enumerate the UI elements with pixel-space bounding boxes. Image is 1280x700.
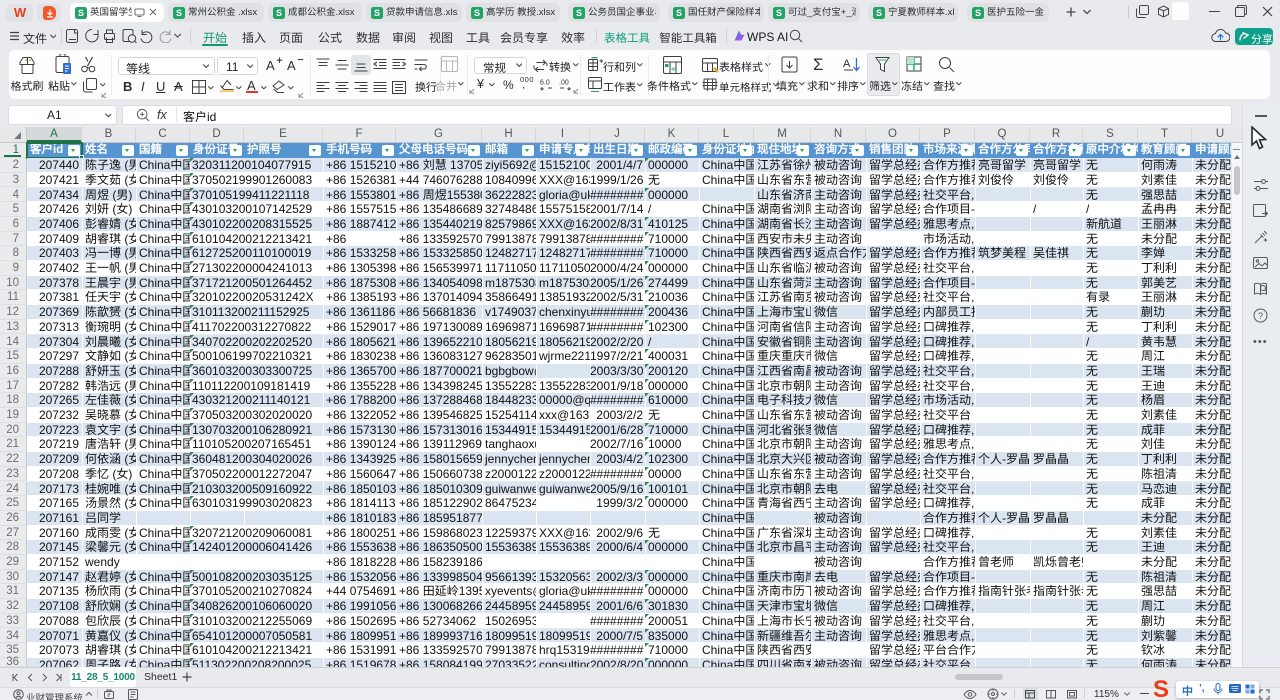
svg-text:?: ?	[1258, 311, 1263, 321]
